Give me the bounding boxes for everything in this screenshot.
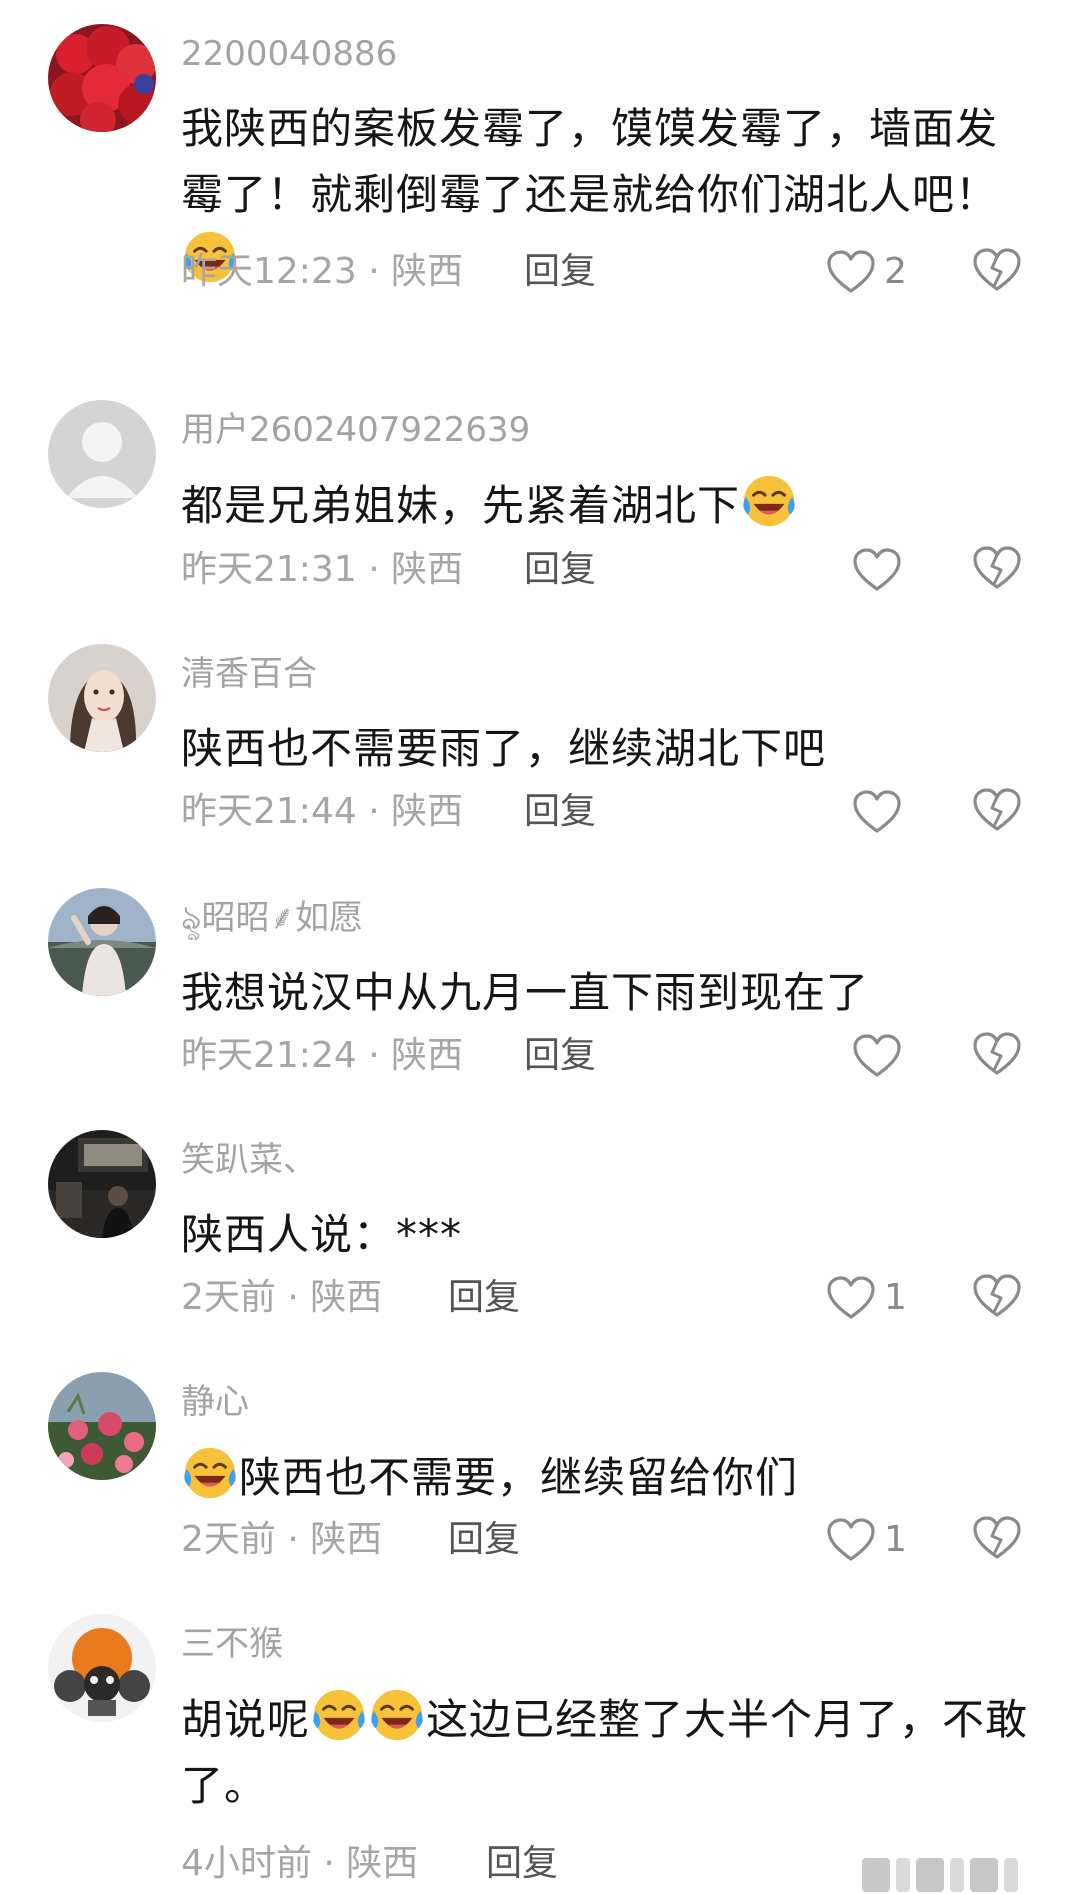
watermark (862, 1858, 1062, 1892)
comment-username[interactable]: ৡ昭昭⸙如愿 (181, 898, 363, 938)
dislike-button[interactable] (972, 1030, 1024, 1082)
like-count: 1 (884, 1519, 907, 1560)
meta-separator: · (356, 251, 392, 292)
meta-separator: · (275, 1519, 311, 1560)
meta-separator: · (356, 791, 392, 832)
comment-username[interactable]: 用户2602407922639 (181, 410, 530, 450)
comment-location: 陕西 (310, 1277, 383, 1318)
comment-text: 胡说呢 这边已经整了大半个月了，不敢了。 (181, 1686, 1031, 1819)
woman-portrait-avatar[interactable] (48, 644, 156, 752)
laughing-crying-face-icon (310, 1686, 368, 1744)
flowers-avatar[interactable] (48, 1372, 156, 1480)
heart-icon (852, 789, 902, 835)
like-button[interactable] (852, 544, 910, 596)
reply-button[interactable]: 回复 (524, 548, 596, 592)
comment-text-part: 陕西也不需要，继续留给你们 (239, 1453, 799, 1502)
three-monkeys-avatar[interactable] (48, 1614, 156, 1722)
reply-button[interactable]: 回复 (448, 1276, 520, 1320)
broken-heart-icon (972, 544, 1022, 592)
like-button[interactable] (852, 1030, 910, 1082)
like-button[interactable] (852, 786, 910, 838)
meta-separator: · (356, 1035, 392, 1076)
strawberry-photo-avatar[interactable] (48, 24, 156, 132)
comment-location: 陕西 (391, 549, 464, 590)
comment-text: 我想说汉中从九月一直下雨到现在了 (181, 968, 870, 1017)
comment-time: 昨天21:44 (181, 791, 357, 832)
comment-location: 陕西 (391, 251, 464, 292)
comment-text-part: 我陕西的案板发霉了，馍馍发霉了，墙面发霉了！就剩倒霉了还是就给你们湖北人吧！ (181, 104, 999, 219)
comment-location: 陕西 (391, 1035, 464, 1076)
comment-location: 陕西 (391, 791, 464, 832)
heart-icon (852, 547, 902, 593)
comment-text: 陕西也不需要，继续留给你们 (181, 1444, 1031, 1511)
dislike-button[interactable] (972, 786, 1024, 838)
comment-username[interactable]: 三不猴 (181, 1624, 283, 1664)
like-count: 2 (884, 251, 907, 292)
girl-outdoor-avatar[interactable] (48, 888, 156, 996)
heart-icon (852, 1033, 902, 1079)
like-button[interactable]: 1 (826, 1514, 907, 1566)
reply-button[interactable]: 回复 (524, 250, 596, 294)
comment-username[interactable]: 笑趴菜、 (181, 1140, 317, 1180)
comment-meta: 昨天21:24 · 陕西 (181, 1034, 463, 1078)
laughing-crying-face-icon (368, 1686, 426, 1744)
broken-heart-icon (972, 1030, 1022, 1078)
comment-time: 2天前 (181, 1277, 276, 1318)
broken-heart-icon (972, 1514, 1022, 1562)
comment-time: 昨天21:31 (181, 549, 357, 590)
like-button[interactable]: 2 (826, 246, 907, 298)
comment-meta: 昨天12:23 · 陕西 (181, 250, 463, 294)
dislike-button[interactable] (972, 246, 1024, 298)
dark-room-avatar[interactable] (48, 1130, 156, 1238)
broken-heart-icon (972, 246, 1022, 294)
comment-time: 4小时前 (181, 1843, 312, 1884)
like-button[interactable]: 1 (826, 1272, 907, 1324)
comment-location: 陕西 (310, 1519, 383, 1560)
comment-username[interactable]: 静心 (181, 1382, 249, 1422)
comment-time: 2天前 (181, 1519, 276, 1560)
dislike-button[interactable] (972, 1272, 1024, 1324)
reply-button[interactable]: 回复 (524, 1034, 596, 1078)
like-count: 1 (884, 1277, 907, 1318)
comment-location: 陕西 (346, 1843, 419, 1884)
broken-heart-icon (972, 1272, 1022, 1320)
meta-separator: · (275, 1277, 311, 1318)
comment-meta: 2天前 · 陕西 (181, 1518, 382, 1562)
comment-meta: 4小时前 · 陕西 (181, 1842, 418, 1886)
heart-icon (826, 1517, 876, 1563)
comment-time: 昨天12:23 (181, 251, 357, 292)
reply-button[interactable]: 回复 (486, 1842, 558, 1886)
comment-meta: 昨天21:44 · 陕西 (181, 790, 463, 834)
default-user-avatar[interactable] (48, 400, 156, 508)
dislike-button[interactable] (972, 544, 1024, 596)
comment-username[interactable]: 清香百合 (181, 654, 317, 694)
comment-text-part: 都是兄弟姐妹，先紧着湖北下 (181, 481, 741, 530)
reply-button[interactable]: 回复 (448, 1518, 520, 1562)
meta-separator: · (311, 1843, 347, 1884)
laughing-crying-face-icon (740, 472, 798, 530)
laughing-crying-face-icon (181, 1444, 239, 1502)
meta-separator: · (356, 549, 392, 590)
reply-button[interactable]: 回复 (524, 790, 596, 834)
comment-time: 昨天21:24 (181, 1035, 357, 1076)
heart-icon (826, 249, 876, 295)
heart-icon (826, 1275, 876, 1321)
comment-text-part: 胡说呢 (181, 1695, 311, 1744)
comment-username[interactable]: 2200040886 (181, 34, 397, 74)
comment-text: 都是兄弟姐妹，先紧着湖北下 (181, 472, 1031, 539)
comment-meta: 昨天21:31 · 陕西 (181, 548, 463, 592)
dislike-button[interactable] (972, 1514, 1024, 1566)
comment-meta: 2天前 · 陕西 (181, 1276, 382, 1320)
comment-text: 陕西人说：*** (181, 1210, 463, 1259)
comment-text: 陕西也不需要雨了，继续湖北下吧 (181, 724, 827, 773)
broken-heart-icon (972, 786, 1022, 834)
